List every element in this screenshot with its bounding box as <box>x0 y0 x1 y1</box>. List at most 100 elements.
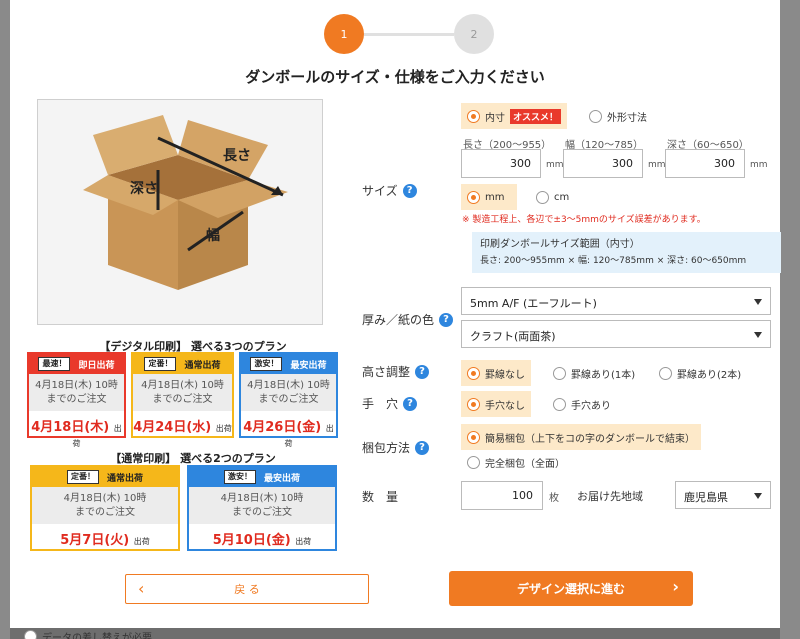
deadline-line1: 4月18日(木) 10時 <box>35 380 118 391</box>
plan-ship-date: 4月26日(金) 出荷 <box>241 411 336 452</box>
radio-label: 罫線あり(2本) <box>677 369 742 381</box>
background-radio-icon <box>24 630 37 639</box>
quantity-unit: 枚 <box>549 493 559 504</box>
thickness-value: 5mm A/F (エーフルート) <box>470 297 597 310</box>
paper-color-select[interactable]: クラフト(両面茶) <box>461 320 771 348</box>
destination-value: 鹿児島県 <box>684 491 728 504</box>
depth-unit: mm <box>750 160 768 170</box>
plan-card-header: 定番！ 通常出荷 <box>133 354 232 374</box>
radio-no-crease[interactable]: 罫線なし <box>461 360 531 386</box>
paper-color-value: クラフト(両面茶) <box>470 330 556 343</box>
help-icon[interactable]: ? <box>439 312 454 327</box>
background-left <box>0 0 10 639</box>
deadline-line1: 4月18日(木) 10時 <box>220 493 304 504</box>
plan-tag: 定番！ <box>66 470 99 484</box>
plan-card-offset-normal[interactable]: 定番！ 通常出荷 4月18日(木) 10時 までのご注文 5月7日(火) 出荷 <box>30 465 180 551</box>
width-input[interactable]: 300 <box>563 149 643 178</box>
radio-selected-icon <box>467 397 480 411</box>
radio-simple-packing[interactable]: 簡易梱包（上下をコの字のダンボールで結束） <box>461 424 701 450</box>
plan-deadline: 4月18日(木) 10時 までのご注文 <box>29 374 124 411</box>
radio-inner-size[interactable]: 内寸 オススメ！ <box>461 103 568 129</box>
modal-dialog: 1 2 ダンボールのサイズ・仕様をご入力ください 長さ 深さ 幅 【デジタル印刷… <box>10 0 781 628</box>
size-range-info: 印刷ダンボールサイズ範囲（内寸） 長さ: 200～955mm × 幅: 120～… <box>472 232 781 273</box>
plan-deadline: 4月18日(木) 10時 までのご注文 <box>189 487 335 524</box>
next-button-label: デザイン選択に進む <box>516 582 625 596</box>
ship-date: 5月7日(火) <box>60 533 130 548</box>
back-button[interactable]: ‹ 戻 る <box>125 574 369 604</box>
step-1-current: 1 <box>324 14 364 54</box>
size-tolerance-warning: ※ 製造工程上、各辺で±3～5mmのサイズ誤差があります。 <box>462 215 706 225</box>
thickness-label: 厚み／紙の色? <box>362 311 454 328</box>
radio-crease-2[interactable]: 罫線あり(2本) <box>653 360 747 386</box>
plan-ship-date: 4月18日(木) 出荷 <box>29 411 124 452</box>
stepper: 1 2 <box>324 14 496 54</box>
ship-date: 4月26日(金) <box>243 420 322 435</box>
width-unit: mm <box>648 160 666 170</box>
plan-card-header: 定番！ 通常出荷 <box>32 467 178 487</box>
range-text: 長さ: 200～955mm × 幅: 120～785mm × 深さ: 60～65… <box>480 256 747 266</box>
range-title: 印刷ダンボールサイズ範囲（内寸） <box>480 239 640 250</box>
radio-selected-icon <box>467 109 480 123</box>
radio-label: 完全梱包（全面） <box>485 458 565 470</box>
quantity-label: 数 量 <box>362 490 399 504</box>
recommend-badge: オススメ！ <box>510 108 562 124</box>
chevron-right-icon: › <box>672 577 679 596</box>
next-button[interactable]: デザイン選択に進む › <box>449 571 693 606</box>
back-button-label: 戻 る <box>234 583 260 596</box>
plan-name: 最安出荷 <box>263 473 300 484</box>
radio-label: 罫線なし <box>485 369 525 381</box>
radio-unit-mm[interactable]: mm <box>461 184 517 210</box>
help-icon[interactable]: ? <box>415 364 430 379</box>
destination-select[interactable]: 鹿児島県 <box>675 481 771 509</box>
help-icon[interactable]: ? <box>415 440 430 455</box>
plan-card-header: 最速！ 即日出荷 <box>29 354 124 374</box>
plan-tag: 最速！ <box>38 357 71 371</box>
plan-ship-date: 5月10日(金) 出荷 <box>189 524 335 550</box>
plan-card-offset-cheapest[interactable]: 激安！ 最安出荷 4月18日(木) 10時 までのご注文 5月10日(金) 出荷 <box>187 465 337 551</box>
plan-name: 即日出荷 <box>78 360 115 371</box>
plan-deadline: 4月18日(木) 10時 までのご注文 <box>32 487 178 524</box>
radio-icon <box>553 397 566 411</box>
step-2: 2 <box>454 14 494 54</box>
radio-selected-icon <box>467 430 480 444</box>
plan-ship-date: 4月24日(水) 出荷 <box>133 411 232 437</box>
chevron-left-icon: ‹ <box>138 579 145 598</box>
plan-card-same-day[interactable]: 最速！ 即日出荷 4月18日(木) 10時 までのご注文 4月18日(木) 出荷 <box>27 352 126 448</box>
thickness-select[interactable]: 5mm A/F (エーフルート) <box>461 287 771 315</box>
ship-suffix: 出荷 <box>215 424 232 433</box>
plan-tag: 激安！ <box>250 357 283 371</box>
background-right <box>780 0 800 639</box>
radio-label: 手穴なし <box>485 400 525 412</box>
radio-icon <box>659 366 672 380</box>
normal-plans-heading: 【通常印刷】 選べる2つのプラン <box>110 452 276 465</box>
length-input[interactable]: 300 <box>461 149 541 178</box>
plan-card-normal[interactable]: 定番！ 通常出荷 4月18日(木) 10時 までのご注文 4月24日(水) 出荷 <box>131 352 234 438</box>
radio-icon <box>467 455 480 469</box>
radio-unit-cm[interactable]: cm <box>530 184 575 210</box>
plan-card-cheapest[interactable]: 激安！ 最安出荷 4月18日(木) 10時 までのご注文 4月26日(金) 出荷 <box>239 352 338 448</box>
radio-label: 外形寸法 <box>607 112 647 124</box>
depth-input[interactable]: 300 <box>665 149 745 178</box>
quantity-input[interactable]: 100 <box>461 481 543 510</box>
radio-full-packing[interactable]: 完全梱包（全面） <box>461 449 571 475</box>
plan-ship-date: 5月7日(火) 出荷 <box>32 524 178 550</box>
size-label-text: サイズ <box>362 184 398 198</box>
thickness-label-text: 厚み／紙の色 <box>362 313 435 327</box>
radio-outer-size[interactable]: 外形寸法 <box>583 103 653 129</box>
background-hint: データの差し替えが必要 <box>24 629 152 639</box>
radio-label: 罫線あり(1本) <box>571 369 636 381</box>
help-icon[interactable]: ? <box>402 183 417 198</box>
box-illustration: 長さ 深さ 幅 <box>37 99 323 325</box>
plan-tag: 定番！ <box>144 357 177 371</box>
ship-date: 4月24日(水) <box>133 420 212 435</box>
ship-suffix: 出荷 <box>295 537 312 546</box>
help-icon[interactable]: ? <box>403 396 418 411</box>
radio-no-handhole[interactable]: 手穴なし <box>461 391 531 417</box>
deadline-line2: までのご注文 <box>152 394 213 405</box>
destination-label: お届け先地域 <box>577 490 643 503</box>
deadline-line2: までのご注文 <box>75 507 135 518</box>
radio-selected-icon <box>467 190 480 204</box>
radio-handhole[interactable]: 手穴あり <box>547 391 617 417</box>
radio-crease-1[interactable]: 罫線あり(1本) <box>547 360 641 386</box>
chevron-down-icon <box>754 493 762 499</box>
